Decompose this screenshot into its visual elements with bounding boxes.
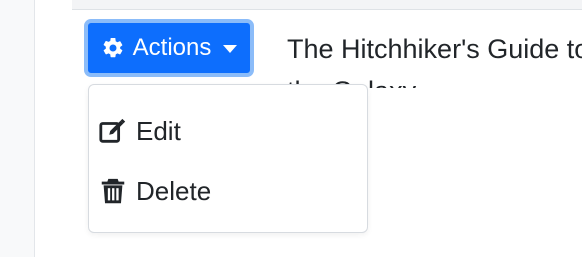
actions-button-label: Actions	[132, 34, 212, 61]
gear-icon	[101, 36, 125, 60]
actions-dropdown-button[interactable]: Actions	[84, 19, 254, 77]
menu-item-edit[interactable]: Edit	[89, 101, 367, 161]
top-table-edge	[72, 0, 582, 10]
actions-dropdown-menu: Edit Delete	[88, 84, 368, 233]
trash-icon	[98, 176, 128, 206]
caret-down-icon	[223, 45, 238, 53]
menu-item-edit-label: Edit	[136, 115, 181, 146]
left-sidebar-edge	[0, 0, 35, 257]
edit-icon	[98, 116, 128, 146]
menu-item-delete-label: Delete	[136, 175, 212, 206]
book-title: The Hitchhiker's Guide to the Galaxy	[287, 34, 582, 88]
page: Actions The Hitchhiker's Guide to the Ga…	[0, 0, 582, 257]
menu-item-delete[interactable]: Delete	[89, 161, 367, 221]
